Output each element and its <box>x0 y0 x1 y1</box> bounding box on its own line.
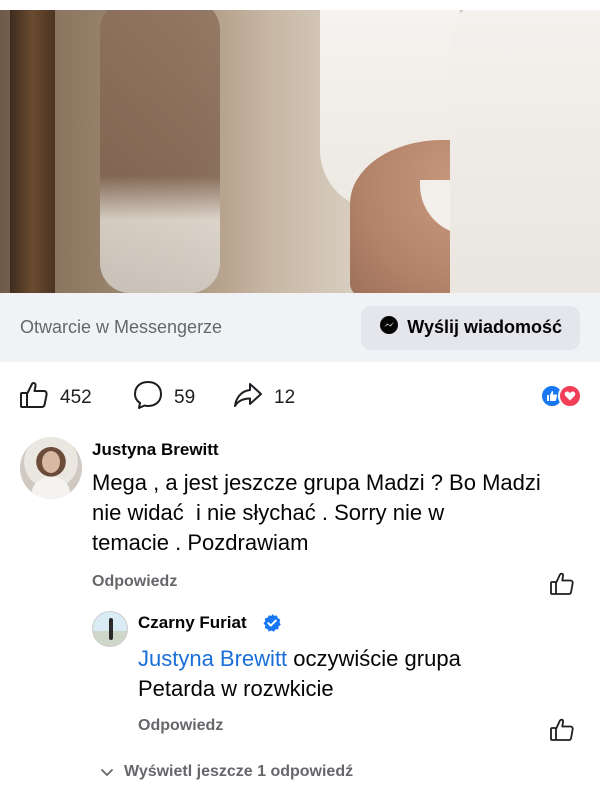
post-image[interactable] <box>0 0 600 293</box>
like-count: 452 <box>60 387 92 408</box>
messenger-open-label: Otwarcie w Messengerze <box>20 317 223 337</box>
comment-text-line: temacie . Pozdrawiam <box>92 530 309 555</box>
chevron-down-icon <box>101 769 113 776</box>
avatar[interactable] <box>20 437 82 499</box>
messenger-bar: Otwarcie w Messengerze Wyślij wiadomość <box>0 293 600 362</box>
view-more-replies-label: Wyświetl jeszcze 1 odpowiedź <box>124 763 354 780</box>
send-message-button[interactable]: Wyślij wiadomość <box>361 305 580 350</box>
comment-like-icon[interactable] <box>548 570 576 598</box>
comment-text: Mega , a jest jeszcze grupa Madzi ? Bo M… <box>92 468 592 558</box>
comment-text-line: nie widać i nie słychać . Sorry nie w <box>92 500 445 525</box>
mention-link[interactable]: Justyna Brewitt <box>138 646 287 671</box>
comment-bubble-icon <box>132 379 164 417</box>
verified-badge-icon <box>263 614 281 632</box>
send-message-label: Wyślij wiadomość <box>407 317 562 337</box>
reaction-summary[interactable] <box>540 384 582 408</box>
comment-author[interactable]: Justyna Brewitt <box>92 440 219 460</box>
messenger-icon <box>379 315 399 340</box>
reply-text-line: Petarda w rozwkicie <box>138 676 334 701</box>
share-button[interactable]: 12 <box>232 379 295 417</box>
reply-button[interactable]: Odpowiedz <box>92 573 177 591</box>
comment-count: 59 <box>174 387 196 408</box>
thumbs-up-icon <box>18 379 50 417</box>
like-button[interactable]: 452 <box>18 379 92 417</box>
love-icon <box>558 384 582 408</box>
share-arrow-icon <box>232 379 264 417</box>
comment-text-line: Mega , a jest jeszcze grupa Madzi ? Bo M… <box>92 470 541 495</box>
comment-like-icon[interactable] <box>548 716 576 744</box>
reply-text-rest: oczywiście grupa <box>287 646 461 671</box>
reply-text: Justyna Brewitt oczywiście grupa Petarda… <box>138 644 588 704</box>
share-count: 12 <box>274 387 296 408</box>
comment-button[interactable]: 59 <box>132 379 195 417</box>
status-bar <box>0 0 600 10</box>
reply-button[interactable]: Odpowiedz <box>138 717 223 735</box>
view-more-replies-button[interactable]: Wyświetl jeszcze 1 odpowiedź <box>100 763 353 781</box>
reaction-bar: 452 59 12 <box>0 378 600 418</box>
comment-author[interactable]: Czarny Furiat <box>138 613 247 633</box>
avatar[interactable] <box>92 611 128 647</box>
